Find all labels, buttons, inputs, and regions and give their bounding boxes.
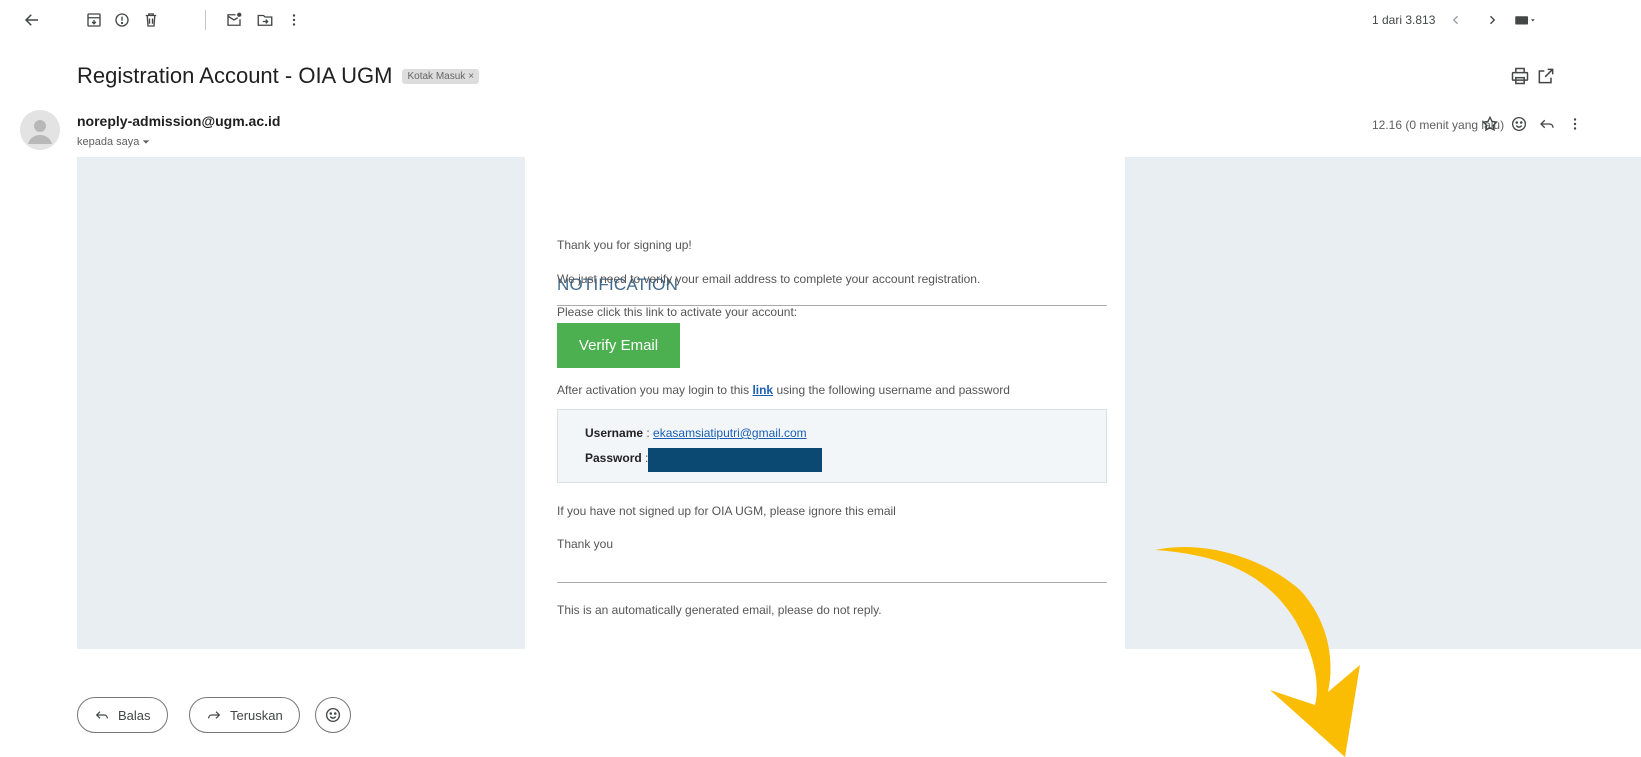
emoji-icon (325, 707, 341, 723)
keyboard-icon[interactable] (1510, 8, 1540, 32)
footer-divider (557, 582, 1107, 583)
after-activation-pre: After activation you may login to this (557, 383, 750, 397)
reply-icon (95, 711, 108, 719)
thanks-signup-line: Thank you for signing up! (557, 238, 692, 252)
username-label: Username (585, 426, 644, 440)
email-card: NOTIFICATION Thank you for signing up! (525, 157, 1125, 649)
chevron-right-icon[interactable] (1480, 8, 1504, 32)
username-row: Username : ekasamsiatiputri@gmail.com (585, 426, 807, 440)
mark-unread-icon[interactable] (222, 8, 246, 32)
forward-icon (208, 711, 221, 719)
emoji-icon[interactable] (1507, 112, 1531, 136)
forward-label: Teruskan (230, 707, 283, 723)
after-activation-text: After activation you may login to this l… (557, 383, 1010, 397)
login-link[interactable]: link (752, 383, 773, 397)
remove-label-button[interactable]: × (468, 71, 474, 82)
forward-button[interactable]: Teruskan (189, 697, 300, 733)
delete-icon[interactable] (139, 8, 163, 32)
auto-generated-text: This is an automatically generated email… (557, 603, 882, 617)
credentials-box: Username : ekasamsiatiputri@gmail.com Pa… (557, 409, 1107, 483)
move-to-icon[interactable] (253, 8, 277, 32)
after-activation-post: using the following username and passwor… (776, 383, 1010, 397)
verify-email-button[interactable]: Verify Email (557, 323, 680, 368)
reply-label: Balas (118, 707, 151, 723)
password-label: Password (585, 451, 642, 465)
inbox-label-chip: Kotak Masuk × (402, 68, 480, 84)
pager-count: 1 dari 3.813 (1372, 13, 1436, 27)
reply-icon[interactable] (1535, 112, 1559, 136)
password-redaction (648, 448, 822, 472)
print-icon[interactable] (1510, 66, 1530, 86)
toolbar-divider (205, 10, 206, 30)
back-arrow-icon[interactable] (20, 8, 44, 32)
star-icon[interactable] (1478, 112, 1502, 136)
recipient-dropdown[interactable]: kepada saya (77, 136, 150, 148)
thank-you-text: Thank you (557, 537, 614, 551)
recipient-text: kepada saya (77, 136, 140, 148)
sender-email[interactable]: noreply-admission@ugm.ac.id (77, 113, 280, 129)
chevron-left-icon[interactable] (1444, 8, 1468, 32)
subject-line: Registration Account - OIA UGM Kotak Mas… (77, 63, 480, 89)
inbox-label-text: Kotak Masuk (407, 70, 466, 82)
emoji-reaction-button[interactable] (315, 697, 351, 733)
more-vert-icon[interactable] (1563, 112, 1587, 136)
click-link-text: Please click this link to activate your … (557, 305, 798, 319)
report-spam-icon[interactable] (110, 8, 134, 32)
username-separator: : (643, 426, 654, 440)
caret-down-icon (143, 140, 150, 144)
archive-icon[interactable] (82, 8, 106, 32)
toolbar: 1 dari 3.813 (0, 0, 1641, 40)
password-row: Password : (585, 451, 648, 465)
ignore-text: If you have not signed up for OIA UGM, p… (557, 504, 896, 518)
verify-need-text: We just need to verify your email addres… (557, 272, 981, 286)
annotation-arrow-icon (1155, 546, 1360, 757)
reply-button[interactable]: Balas (77, 697, 168, 733)
username-value[interactable]: ekasamsiatiputri@gmail.com (653, 426, 807, 440)
open-new-window-icon[interactable] (1536, 66, 1556, 86)
more-vert-icon[interactable] (282, 8, 306, 32)
avatar[interactable] (20, 110, 60, 150)
subject-title: Registration Account - OIA UGM (77, 63, 393, 88)
